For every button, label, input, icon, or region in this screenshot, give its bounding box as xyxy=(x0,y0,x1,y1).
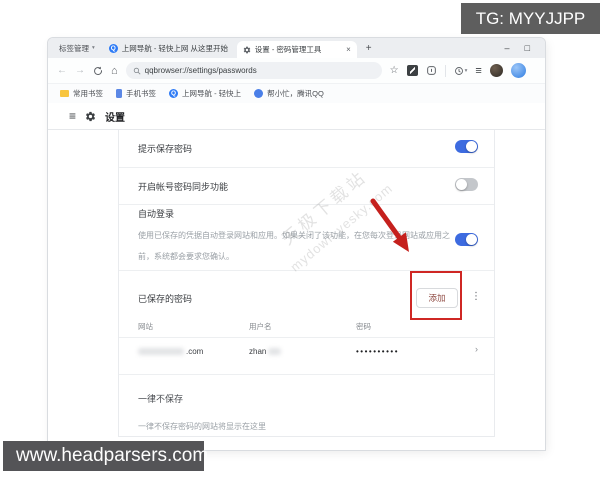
gear-icon xyxy=(85,111,96,122)
new-tab-button[interactable]: + xyxy=(366,43,372,54)
row-divider xyxy=(119,204,494,205)
password-row-site: .com xyxy=(138,347,203,356)
saved-passwords-title: 已保存的密码 xyxy=(138,294,193,304)
screenshot-page: TG: MYYJJPP 标签管理 ▾ Q 上网导航 - 轻快上网 从这里开始 设… xyxy=(0,0,600,480)
avatar[interactable] xyxy=(489,64,503,77)
never-save-note: 一律不保存密码的网站将显示在这里 xyxy=(138,422,266,431)
bookmark-label: 手机书签 xyxy=(126,89,156,98)
menu-icon[interactable]: ≡ xyxy=(475,65,481,77)
tab-settings[interactable]: 设置 - 密码管理工具 × xyxy=(236,41,357,58)
row-divider xyxy=(119,167,494,168)
search-icon xyxy=(133,67,141,75)
blurred-text xyxy=(138,348,184,355)
chevron-right-icon[interactable]: › xyxy=(475,344,478,354)
hamburger-menu-icon[interactable]: ≡ xyxy=(69,109,76,123)
annotation-arrow xyxy=(370,198,409,252)
bookmark-mobile[interactable]: 手机书签 xyxy=(116,88,156,99)
extensions-icon[interactable] xyxy=(406,65,418,76)
table-divider xyxy=(119,337,494,338)
qq-browser-logo-icon: Q xyxy=(108,43,118,53)
bookmark-label: 常用书签 xyxy=(73,89,103,98)
address-bar[interactable]: qqbrowser://settings/passwords xyxy=(125,62,382,79)
tab-close-icon[interactable]: × xyxy=(346,45,351,54)
sync-toggle[interactable] xyxy=(455,178,478,191)
toggle-knob xyxy=(456,179,467,190)
bookmarks-bar: 常用书签 手机书签 Q 上网导航 - 轻快上 帮小忙，腾讯QQ xyxy=(48,84,545,103)
sidebar-toggle-icon[interactable] xyxy=(510,63,526,78)
site-watermark-badge: www.headparsers.com xyxy=(3,441,208,471)
back-icon[interactable]: ← xyxy=(57,65,67,76)
annotation-highlight-box xyxy=(410,271,462,320)
bookmark-label: 上网导航 - 轻快上 xyxy=(182,89,242,98)
clock-icon xyxy=(454,66,463,75)
tab-home[interactable]: Q 上网导航 - 轻快上网 从这里开始 xyxy=(108,43,229,54)
tab-strip: 标签管理 ▾ Q 上网导航 - 轻快上网 从这里开始 设置 - 密码管理工具 ×… xyxy=(48,38,545,58)
tg-watermark-badge: TG: MYYJJPP xyxy=(461,3,600,34)
tab-manager-label: 标签管理 xyxy=(59,43,89,53)
folder-icon xyxy=(60,90,69,97)
password-row-username: zhan xyxy=(249,347,282,356)
chevron-down-icon: ▾ xyxy=(92,45,95,51)
download-icon[interactable] xyxy=(426,65,437,76)
tab-manager-button[interactable]: 标签管理 ▾ xyxy=(59,43,95,54)
never-save-title: 一律不保存 xyxy=(138,394,184,404)
save-prompt-toggle[interactable] xyxy=(455,140,478,153)
minimize-button[interactable]: – xyxy=(505,43,510,53)
browser-window: 标签管理 ▾ Q 上网导航 - 轻快上网 从这里开始 设置 - 密码管理工具 ×… xyxy=(48,38,545,450)
auto-login-toggle[interactable] xyxy=(455,233,478,246)
row-divider xyxy=(119,374,494,375)
browser-toolbar: ← → ⌂ qqbrowser://settings/passwords ☆ ▾ xyxy=(48,58,545,84)
column-header-site: 网站 xyxy=(138,322,153,331)
tab-home-title: 上网导航 - 轻快上网 从这里开始 xyxy=(121,43,229,53)
url-text: qqbrowser://settings/passwords xyxy=(144,66,257,75)
chevron-down-icon: ▾ xyxy=(464,67,468,74)
kebab-menu-icon[interactable]: ⋮ xyxy=(471,291,481,302)
column-header-username: 用户名 xyxy=(249,322,272,331)
toggle-knob xyxy=(466,234,477,245)
save-prompt-label: 提示保存密码 xyxy=(138,144,193,154)
password-row-password: •••••••••• xyxy=(356,347,400,356)
forward-icon[interactable]: → xyxy=(75,65,85,76)
sync-label: 开启帐号密码同步功能 xyxy=(138,182,229,192)
auto-login-label: 自动登录 xyxy=(138,209,175,219)
gear-icon xyxy=(243,46,251,54)
settings-header: ≡ 设置 xyxy=(48,103,545,130)
toolbar-divider xyxy=(444,64,446,77)
history-button[interactable]: ▾ xyxy=(454,66,468,76)
maximize-button[interactable]: □ xyxy=(525,43,530,53)
bookmark-nav[interactable]: Q 上网导航 - 轻快上 xyxy=(169,88,241,99)
bookmark-label: 帮小忙，腾讯QQ xyxy=(267,89,324,98)
blurred-text xyxy=(268,348,282,355)
home-icon[interactable]: ⌂ xyxy=(111,65,118,77)
page-title: 设置 xyxy=(105,112,126,124)
site-text: .com xyxy=(186,347,204,356)
tab-settings-title: 设置 - 密码管理工具 xyxy=(254,45,322,54)
column-header-password: 密码 xyxy=(356,322,371,331)
bookmark-star-icon[interactable]: ☆ xyxy=(390,65,399,76)
username-text: zhan xyxy=(249,347,267,356)
toggle-knob xyxy=(466,141,477,152)
bookmark-help[interactable]: 帮小忙，腾讯QQ xyxy=(254,88,324,99)
qq-browser-logo-icon: Q xyxy=(169,89,178,98)
phone-icon xyxy=(116,89,122,98)
bookmark-common[interactable]: 常用书签 xyxy=(60,88,103,99)
site-favicon-icon xyxy=(254,89,264,98)
reload-icon[interactable] xyxy=(93,66,103,76)
